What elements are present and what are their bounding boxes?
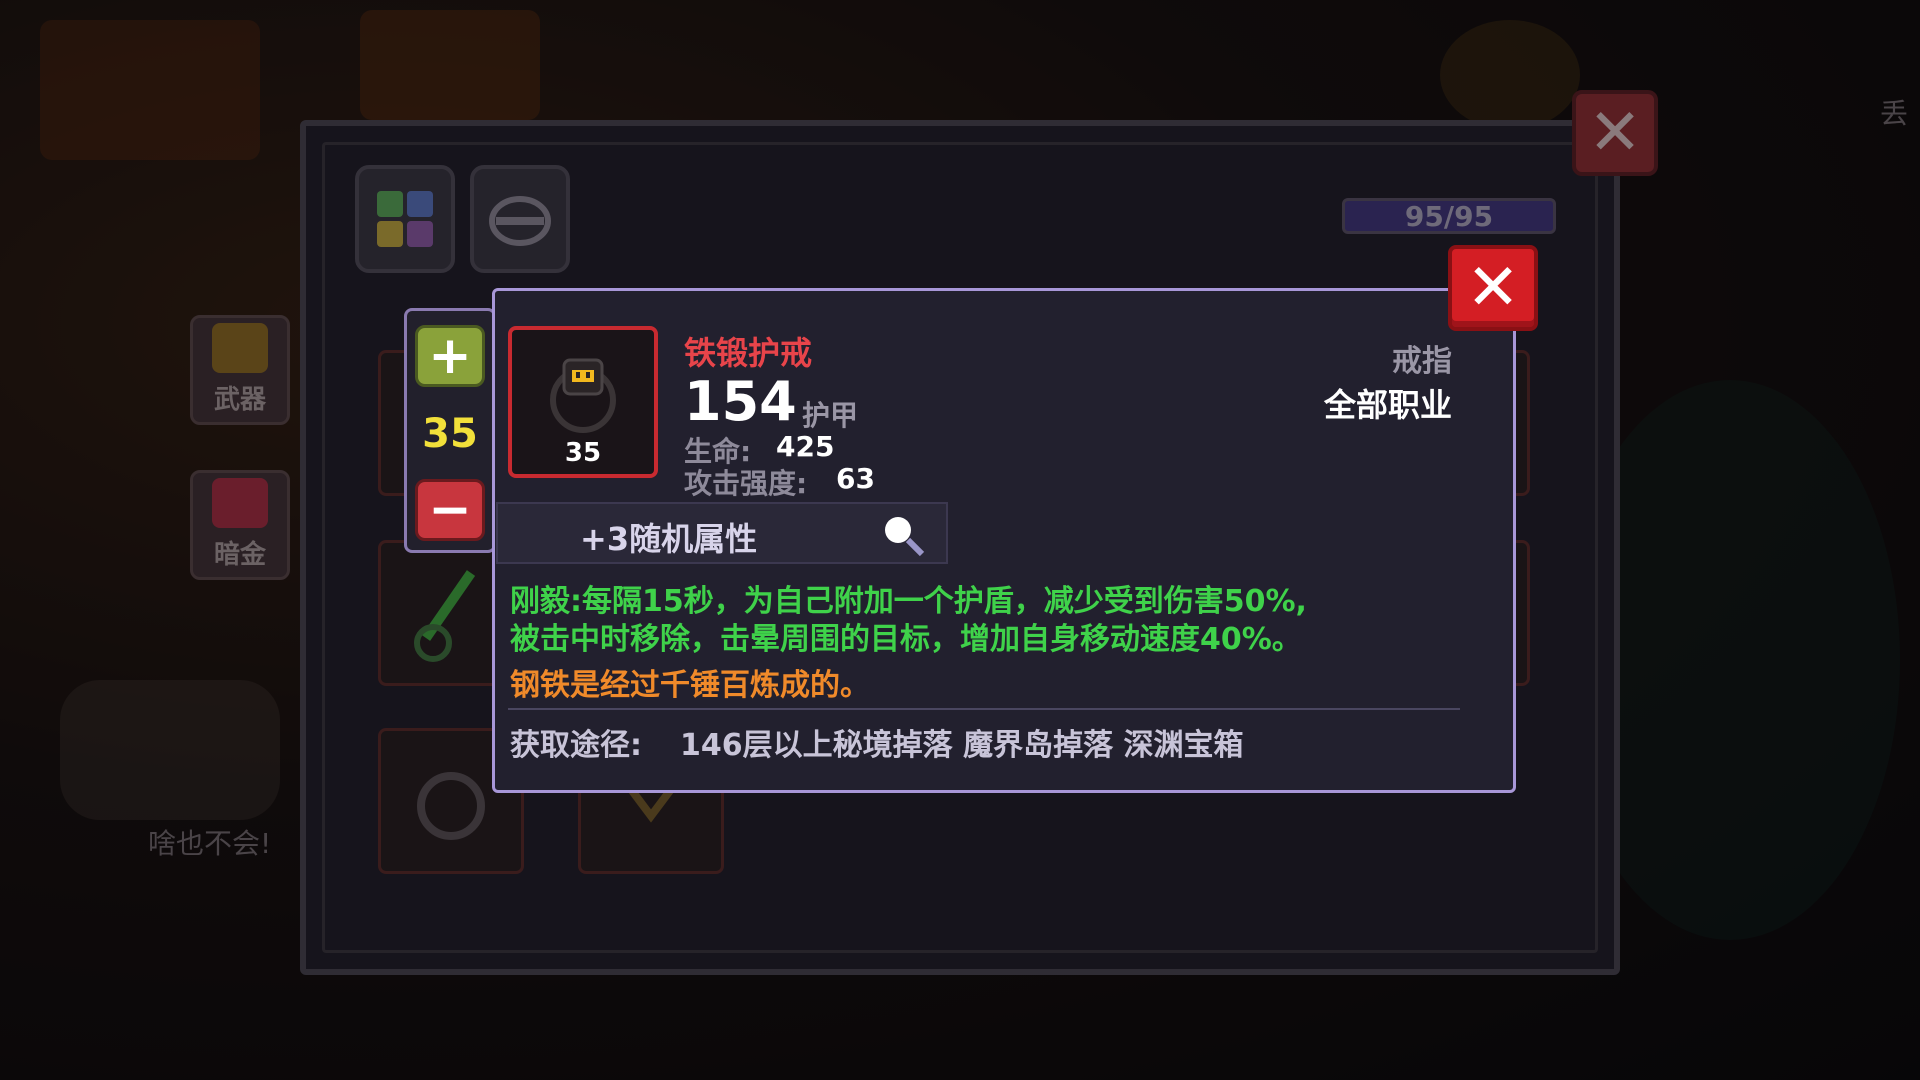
category-armor-button[interactable]	[470, 165, 570, 273]
helmet-icon	[489, 196, 551, 246]
item-effect-line-2: 被击中时移除，击晕周围的目标，增加自身移动速度40%。	[510, 622, 1302, 657]
minus-icon: −	[428, 480, 472, 540]
category-all-button[interactable]	[355, 165, 455, 273]
item-source-label: 获取途径:	[510, 728, 642, 763]
top-right-hint: 丢	[1880, 97, 1909, 130]
tooltip-close-button[interactable]: ✕	[1448, 245, 1538, 331]
magnifier-icon	[885, 517, 925, 557]
inventory-capacity: 95/95	[1342, 198, 1556, 234]
stat-value-health: 425	[776, 430, 835, 463]
sidebar-tab-dark-gold[interactable]: 暗金	[190, 470, 290, 580]
close-icon: ✕	[1588, 96, 1642, 170]
random-attributes-bar[interactable]: +3随机属性	[496, 502, 948, 564]
level-increase-button[interactable]: +	[415, 325, 485, 387]
level-selector: + 35 −	[404, 308, 496, 553]
close-icon: ✕	[1466, 251, 1520, 325]
stat-label-attack: 攻击强度:	[684, 467, 808, 500]
random-attributes-text: +3随机属性	[580, 520, 758, 558]
item-flavor-text: 钢铁是经过千锤百炼成的。	[510, 668, 870, 703]
iron-ring-icon	[550, 358, 616, 433]
level-value: 35	[422, 411, 478, 457]
item-armor-label: 护甲	[802, 399, 859, 432]
panel-close-button[interactable]: ✕	[1572, 90, 1658, 176]
inventory-capacity-text: 95/95	[1404, 199, 1494, 233]
item-name: 铁锻护戒	[684, 334, 813, 372]
tooltip-divider	[508, 708, 1460, 710]
sidebar-tab-dark-gold-label: 暗金	[213, 540, 266, 570]
item-armor-value: 154	[684, 370, 797, 433]
grid-icon	[377, 191, 433, 247]
sidebar-tab-weapon-label: 武器	[213, 385, 266, 415]
npc-caption: 啥也不会!	[148, 827, 272, 860]
item-icon-frame: 35	[508, 326, 658, 478]
item-level-badge: 35	[564, 438, 602, 468]
stat-value-attack: 63	[836, 462, 875, 495]
item-type: 戒指	[1392, 344, 1452, 379]
sidebar-tab-weapon[interactable]: 武器	[190, 315, 290, 425]
item-class-restriction: 全部职业	[1323, 386, 1452, 424]
item-source-list: 146层以上秘境掉落 魔界岛掉落 深渊宝箱	[680, 728, 1244, 763]
weapon-tab-icon	[212, 323, 268, 373]
level-decrease-button[interactable]: −	[415, 479, 485, 541]
dark-gold-tab-icon	[212, 478, 268, 528]
plus-icon: +	[428, 326, 472, 386]
